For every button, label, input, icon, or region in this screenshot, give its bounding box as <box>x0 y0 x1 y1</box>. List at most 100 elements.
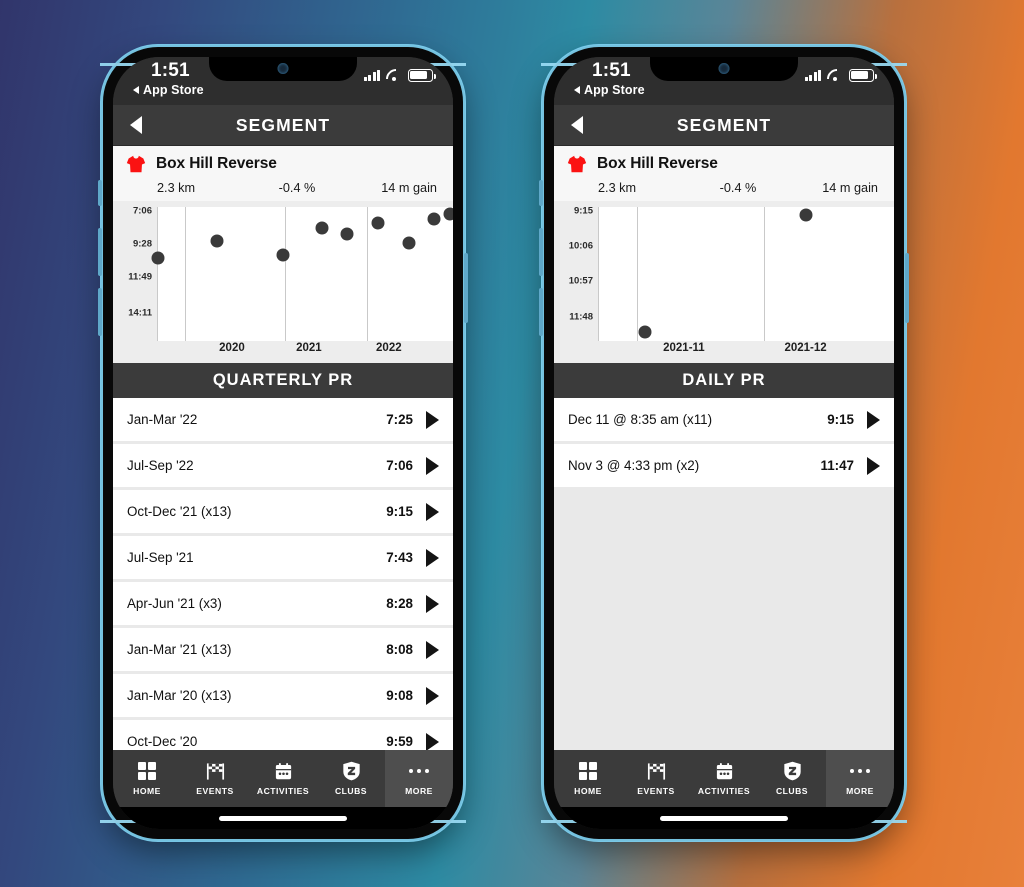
signal-icon <box>804 69 821 81</box>
chevron-right-icon[interactable] <box>426 594 439 613</box>
chart-point[interactable] <box>276 248 290 262</box>
chevron-right-icon[interactable] <box>426 502 439 521</box>
status-bar-time: 1:51 <box>592 60 631 81</box>
chevron-right-icon[interactable] <box>426 686 439 705</box>
checkered-flag-icon <box>205 761 226 781</box>
pr-row-label: Apr-Jun '21 (x3) <box>127 596 222 611</box>
chart-y-tick: 10:57 <box>568 275 593 287</box>
volume-up-button[interactable] <box>539 228 543 276</box>
wifi-icon <box>386 69 402 82</box>
chart-point[interactable] <box>638 325 652 339</box>
volume-down-button[interactable] <box>98 288 102 336</box>
tab-events[interactable]: EVENTS <box>181 750 249 807</box>
bottom-tab-bar[interactable]: HOME EVENTS ACTIVITIES CLUBS MORE <box>113 750 453 807</box>
pr-history-chart[interactable]: 9:15 10:06 10:57 11:48 2021-11 2021-12 <box>554 201 894 363</box>
bottom-tab-bar[interactable]: HOME EVENTS ACTIVITIES CLUBS MORE <box>554 750 894 807</box>
pr-list-row[interactable]: Jan-Mar '21 (x13) 8:08 <box>113 628 453 674</box>
tab-more[interactable]: MORE <box>826 750 894 807</box>
back-to-app-store-link[interactable]: App Store <box>133 83 204 97</box>
pr-list-row[interactable]: Jan-Mar '22 7:25 <box>113 398 453 444</box>
pr-row-label: Jan-Mar '22 <box>127 412 198 427</box>
grid-icon <box>578 761 598 781</box>
tab-activities[interactable]: ACTIVITIES <box>690 750 758 807</box>
back-to-app-store-label: App Store <box>584 83 645 97</box>
tab-events[interactable]: EVENTS <box>622 750 690 807</box>
back-arrow-icon[interactable] <box>130 116 142 134</box>
chevron-right-icon[interactable] <box>426 548 439 567</box>
segment-elevation: 14 m gain <box>822 181 878 195</box>
tab-home[interactable]: HOME <box>113 750 181 807</box>
tab-more[interactable]: MORE <box>385 750 453 807</box>
pr-row-time: 9:59 <box>386 734 413 749</box>
chart-y-tick: 9:15 <box>573 205 593 217</box>
tab-label: ACTIVITIES <box>256 786 310 796</box>
home-indicator[interactable] <box>219 815 347 821</box>
pr-list-row[interactable]: Jan-Mar '20 (x13) 9:08 <box>113 674 453 720</box>
phone-right: 1:51 App Store SEGMENT Box Hill Reverse 2.3 … <box>539 44 909 842</box>
pr-list-row[interactable]: Jul-Sep '21 7:43 <box>113 536 453 582</box>
chart-y-tick: 14:11 <box>128 307 152 319</box>
battery-icon <box>408 69 436 82</box>
pr-list-row[interactable]: Oct-Dec '21 (x13) 9:15 <box>113 490 453 536</box>
chart-canvas[interactable] <box>598 207 894 341</box>
power-button[interactable] <box>905 253 909 323</box>
home-indicator[interactable] <box>660 815 788 821</box>
chart-point[interactable] <box>371 216 385 230</box>
pr-list[interactable]: Dec 11 @ 8:35 am (x11) 9:15 Nov 3 @ 4:33 p… <box>554 398 894 750</box>
back-arrow-icon[interactable] <box>571 116 583 134</box>
chevron-right-icon[interactable] <box>867 456 880 475</box>
mute-switch[interactable] <box>98 180 102 206</box>
pr-list-row[interactable]: Nov 3 @ 4:33 pm (x2) 11:47 <box>554 444 894 490</box>
chart-divider <box>367 207 369 341</box>
pr-list-row[interactable]: Oct-Dec '20 9:59 <box>113 720 453 750</box>
chart-y-tick: 11:49 <box>128 271 152 283</box>
tab-clubs[interactable]: CLUBS <box>758 750 826 807</box>
pr-history-chart[interactable]: 7:06 9:28 11:49 14:11 2020 2021 2022 <box>113 201 453 363</box>
pr-list[interactable]: Jan-Mar '22 7:25 Jul-Sep '22 7:06 Oct-Dec '2… <box>113 398 453 750</box>
phone-screen[interactable]: 1:51 App Store SEGMENT Box Hill Reverse 2.3 … <box>554 57 894 829</box>
pr-row-time: 7:43 <box>386 550 413 565</box>
tab-home[interactable]: HOME <box>554 750 622 807</box>
chart-point[interactable] <box>443 207 453 221</box>
chevron-right-icon[interactable] <box>426 732 439 750</box>
volume-down-button[interactable] <box>539 288 543 336</box>
pr-row-label: Oct-Dec '21 (x13) <box>127 504 232 519</box>
volume-up-button[interactable] <box>98 228 102 276</box>
pr-list-row[interactable]: Jul-Sep '22 7:06 <box>113 444 453 490</box>
segment-distance: 2.3 km <box>157 181 196 195</box>
chart-point[interactable] <box>799 208 812 222</box>
front-camera-icon <box>277 63 289 74</box>
chart-point[interactable] <box>315 221 329 235</box>
chart-point[interactable] <box>402 236 416 250</box>
tab-label: EVENTS <box>637 786 675 796</box>
back-to-app-store-link[interactable]: App Store <box>574 83 645 97</box>
chevron-right-icon[interactable] <box>426 456 439 475</box>
power-button[interactable] <box>464 253 468 323</box>
phone-screen[interactable]: 1:51 App Store SEGMENT Box Hill Reverse 2.3 … <box>113 57 453 829</box>
chevron-right-icon[interactable] <box>867 410 880 429</box>
chart-x-tick: 2021 <box>296 342 322 354</box>
chart-point[interactable] <box>340 227 354 241</box>
red-jersey-icon <box>566 153 588 175</box>
chevron-right-icon[interactable] <box>426 410 439 429</box>
chart-plot-area[interactable]: 2020 2021 2022 <box>151 201 453 363</box>
chevron-right-icon[interactable] <box>426 640 439 659</box>
chart-point[interactable] <box>151 251 165 265</box>
tab-clubs[interactable]: CLUBS <box>317 750 385 807</box>
segment-elevation: 14 m gain <box>381 181 437 195</box>
chart-point[interactable] <box>210 234 224 247</box>
chart-divider <box>637 207 639 341</box>
notch <box>650 57 798 81</box>
chart-canvas[interactable] <box>151 207 453 341</box>
section-title: DAILY PR <box>554 363 894 398</box>
tab-activities[interactable]: ACTIVITIES <box>249 750 317 807</box>
pr-row-label: Jul-Sep '22 <box>127 458 194 473</box>
pr-list-row[interactable]: Dec 11 @ 8:35 am (x11) 9:15 <box>554 398 894 444</box>
mute-switch[interactable] <box>539 180 543 206</box>
chart-divider <box>184 207 186 341</box>
chart-plot-area[interactable]: 2021-11 2021-12 <box>598 201 894 363</box>
pr-list-row[interactable]: Apr-Jun '21 (x3) 8:28 <box>113 582 453 628</box>
ios-status-bar: 1:51 App Store <box>554 57 894 105</box>
chart-point[interactable] <box>427 212 441 226</box>
chart-y-tick: 10:06 <box>568 240 593 252</box>
